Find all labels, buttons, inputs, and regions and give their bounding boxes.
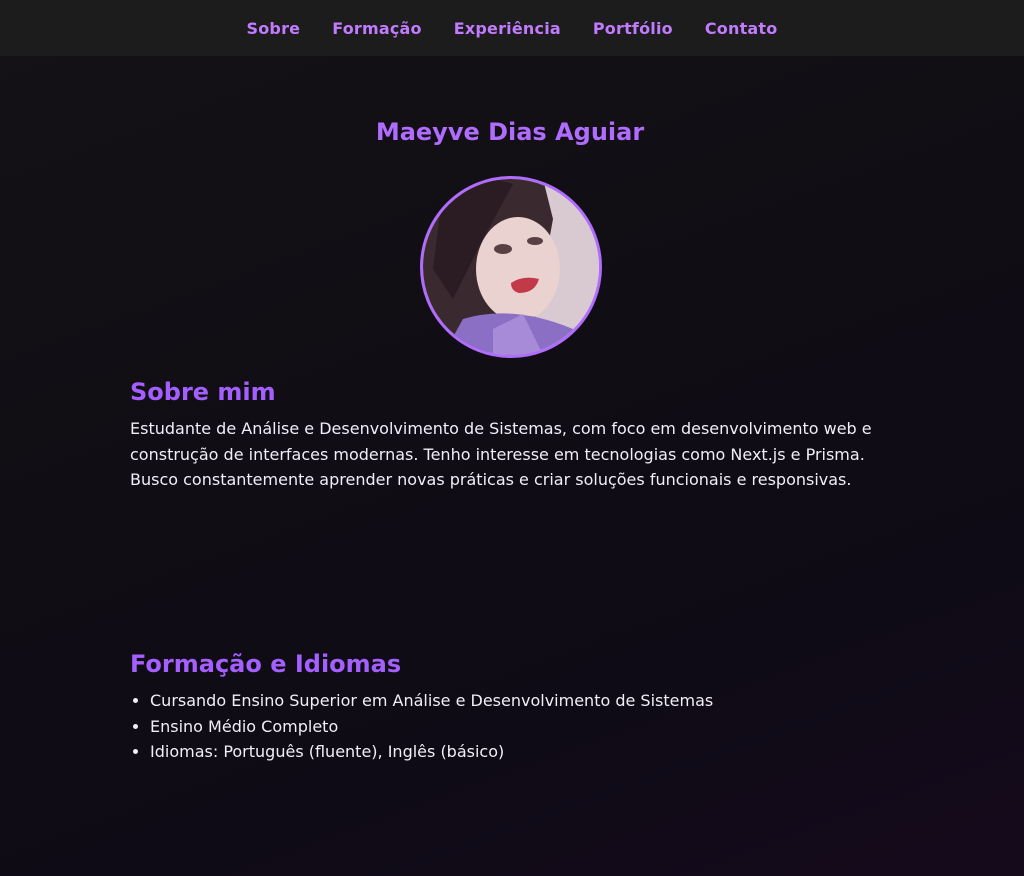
education-list: Cursando Ensino Superior em Análise e De… [130, 688, 900, 765]
nav-link-contato[interactable]: Contato [705, 19, 778, 38]
about-text: Estudante de Análise e Desenvolvimento d… [130, 419, 872, 490]
avatar-photo [423, 179, 599, 355]
nav-link-formacao[interactable]: Formação [332, 19, 422, 38]
education-item: Cursando Ensino Superior em Análise e De… [150, 688, 900, 714]
about-heading: Sobre mim [130, 378, 276, 406]
about-section: Sobre mim Estudante de Análise e Desenvo… [130, 378, 900, 493]
nav-link-portfolio[interactable]: Portfólio [593, 19, 673, 38]
education-heading: Formação e Idiomas [130, 650, 402, 678]
top-nav: Sobre Formação Experiência Portfólio Con… [0, 0, 1024, 56]
education-item: Idiomas: Português (fluente), Inglês (bá… [150, 739, 900, 765]
education-section: Formação e Idiomas Cursando Ensino Super… [130, 650, 900, 765]
profile-name: Maeyve Dias Aguiar [375, 118, 645, 146]
avatar [420, 176, 602, 358]
nav-link-experiencia[interactable]: Experiência [454, 19, 561, 38]
nav-link-sobre[interactable]: Sobre [247, 19, 301, 38]
education-item: Ensino Médio Completo [150, 714, 900, 740]
